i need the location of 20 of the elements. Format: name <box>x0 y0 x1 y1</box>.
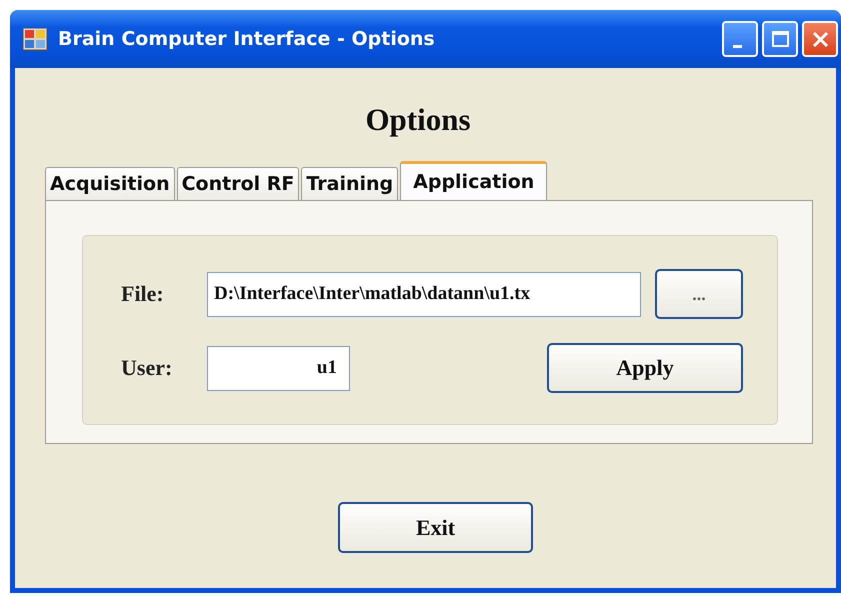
file-path-field[interactable]: D:\Interface\Inter\matlab\datann\u1.tx <box>207 272 641 316</box>
exit-button[interactable]: Exit <box>338 502 533 553</box>
close-button[interactable] <box>802 21 838 57</box>
minimize-button[interactable] <box>722 21 758 57</box>
browse-button[interactable]: ... <box>655 269 743 319</box>
maximize-button[interactable] <box>762 21 798 57</box>
app-icon <box>22 27 48 51</box>
window-title: Brain Computer Interface - Options <box>58 28 435 50</box>
minimize-icon <box>732 44 742 48</box>
user-label: User: <box>121 355 174 381</box>
tab[interactable]: Acquisition <box>45 167 175 200</box>
dialog-heading: Options <box>364 102 472 138</box>
close-icon <box>812 30 828 48</box>
tab[interactable]: Application <box>400 161 548 200</box>
maximize-icon <box>772 30 788 48</box>
file-label: File: <box>121 281 165 307</box>
tab[interactable]: Control RF <box>176 167 300 200</box>
apply-button[interactable]: Apply <box>547 343 743 393</box>
user-field[interactable]: u1 <box>207 346 350 390</box>
tab[interactable]: Training <box>301 167 398 200</box>
